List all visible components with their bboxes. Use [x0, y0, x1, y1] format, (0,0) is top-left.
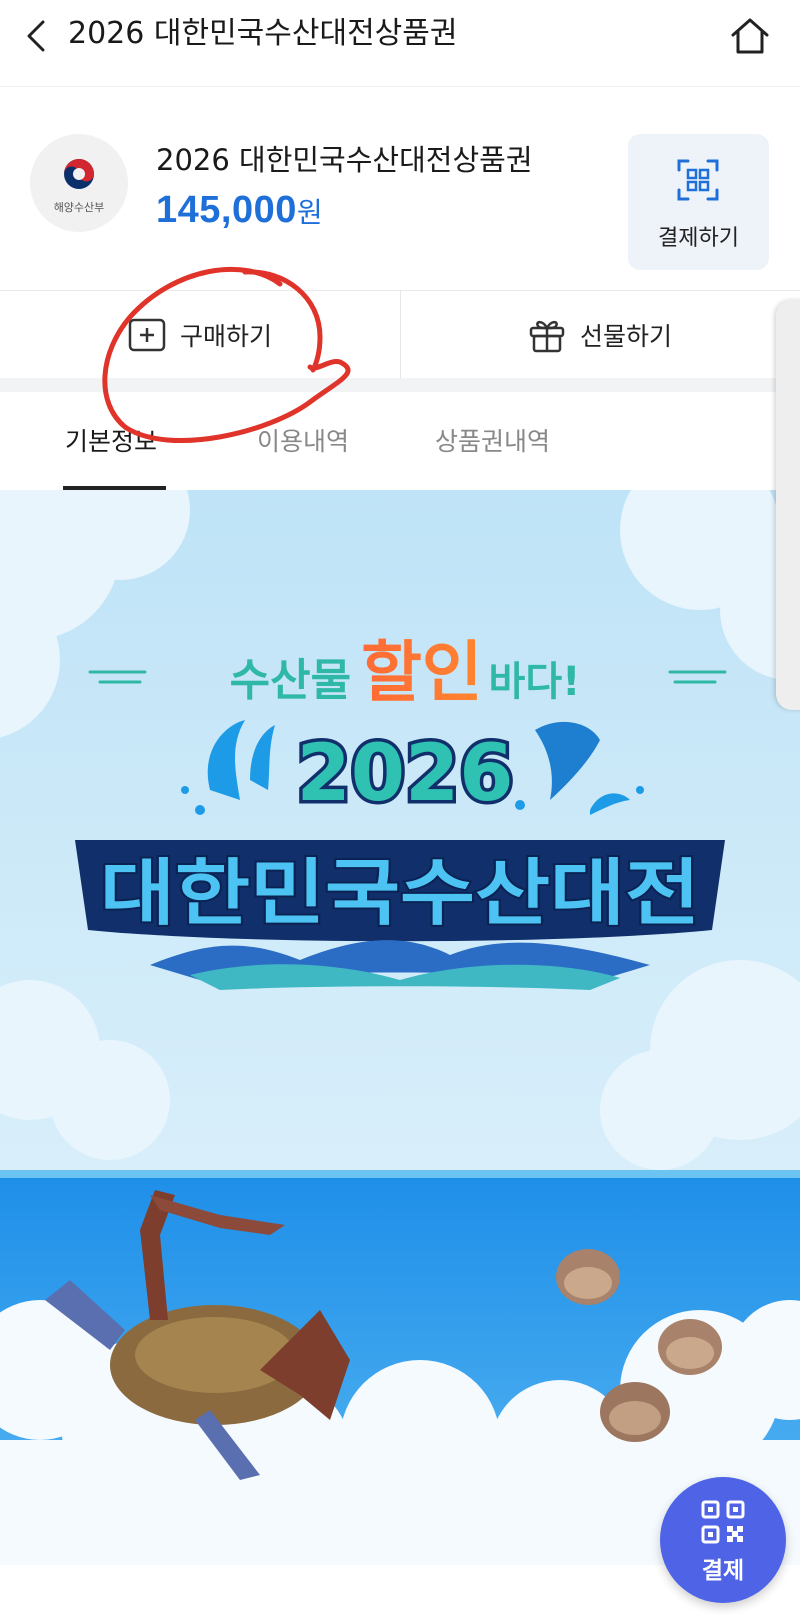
tagline-part2: 바다! — [489, 659, 581, 705]
floating-pay-label: 결제 — [701, 1558, 745, 1584]
product-price: 145,000원 — [156, 189, 323, 232]
taegeuk-emblem-icon — [64, 159, 94, 189]
floating-pay-button[interactable]: 결제 — [660, 1477, 786, 1603]
banner-event-name: 대한민국수산대전 — [100, 851, 700, 935]
back-button[interactable] — [16, 16, 56, 56]
gift-icon — [529, 320, 565, 353]
tab-usage-history[interactable]: 이용내역 — [257, 422, 349, 458]
pay-button[interactable]: 결제하기 — [628, 134, 769, 270]
tab-basic-info[interactable]: 기본정보 — [65, 422, 157, 458]
buy-button-label: 구매하기 — [179, 322, 272, 351]
qr-code-icon — [701, 1500, 745, 1544]
sea-horizon — [0, 1170, 800, 1178]
action-bar: 구매하기 선물하기 — [0, 290, 800, 379]
qr-scan-icon — [677, 159, 719, 201]
section-gap — [0, 378, 800, 392]
plus-square-icon — [128, 318, 166, 352]
top-app-bar: 2026 대한민국수산대전상품권 — [0, 0, 800, 87]
chevron-left-icon — [27, 20, 45, 52]
tagline-part1: 수산물 — [230, 655, 351, 706]
pay-button-label: 결제하기 — [658, 226, 739, 251]
gift-button-label: 선물하기 — [579, 322, 672, 351]
side-drawer-handle[interactable] — [776, 300, 800, 710]
price-value: 145,000 — [156, 189, 297, 231]
issuer-logo-text: 해양수산부 — [53, 201, 105, 214]
home-button[interactable] — [727, 13, 773, 59]
issuer-logo: 해양수산부 — [30, 134, 128, 232]
promo-banner: 수산물 할인 바다! 2026 대한민국수산대전 — [0, 490, 800, 1565]
home-icon — [731, 18, 769, 54]
product-name: 2026 대한민국수산대전상품권 — [156, 143, 533, 177]
buy-button[interactable]: 구매하기 — [0, 291, 400, 379]
tagline-highlight: 할인 — [361, 634, 482, 711]
price-unit: 원 — [296, 196, 323, 229]
banner-year: 2026 — [296, 729, 513, 819]
tab-voucher-history[interactable]: 상품권내역 — [435, 422, 550, 458]
tab-bar: 기본정보 이용내역 상품권내역 — [0, 392, 800, 491]
gift-button[interactable]: 선물하기 — [400, 291, 800, 379]
product-summary: 해양수산부 2026 대한민국수산대전상품권 145,000원 결제하기 — [0, 87, 800, 290]
page-title: 2026 대한민국수산대전상품권 — [68, 16, 458, 51]
